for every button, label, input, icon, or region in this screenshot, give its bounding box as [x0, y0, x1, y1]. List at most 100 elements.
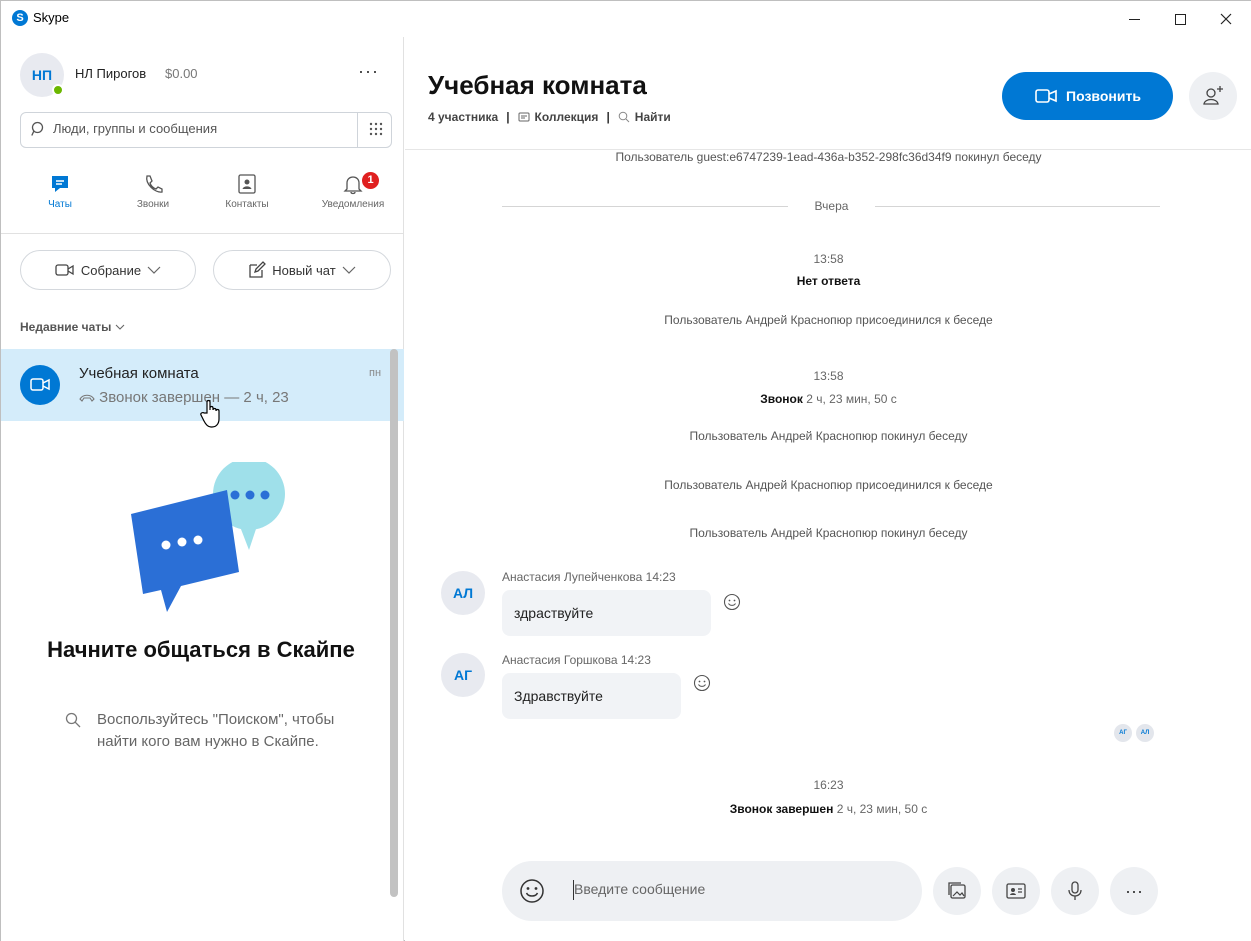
day-separator: Вчера — [814, 199, 849, 213]
message-bubble[interactable]: Здравствуйте — [502, 673, 681, 719]
system-message: Пользователь Андрей Краснопюр покинул бе… — [689, 526, 968, 540]
system-message: Пользователь Андрей Краснопюр присоедини… — [664, 478, 993, 492]
call-button[interactable]: Позвонить — [1002, 72, 1173, 120]
skype-logo-icon: S — [12, 10, 28, 26]
close-icon — [1220, 13, 1232, 25]
tab-chats[interactable]: Чаты — [15, 165, 105, 225]
meeting-button-label: Собрание — [80, 262, 142, 278]
message-author: Анастасия Лупейченкова — [502, 570, 643, 584]
title-bar: S Skype — [1, 1, 1251, 37]
tab-calls[interactable]: Звонки — [108, 165, 198, 225]
video-camera-icon — [30, 378, 50, 391]
maximize-icon — [1174, 13, 1186, 25]
contacts-icon — [238, 174, 256, 194]
presence-online-icon — [52, 84, 64, 96]
minimize-button[interactable] — [1111, 1, 1157, 37]
tab-contacts[interactable]: Контакты — [202, 165, 292, 225]
system-message: Пользователь guest:e6747239-1ead-436a-b3… — [615, 150, 1042, 164]
close-button[interactable] — [1203, 1, 1249, 37]
event-time: 16:23 — [813, 778, 844, 792]
empty-state-hint: Воспользуйтесь "Поиском", чтобы найти ко… — [97, 711, 335, 750]
gallery-link[interactable]: Коллекция — [535, 110, 599, 124]
skype-window: S Skype НП НЛ Пирогов $0.00 ··· Чаты — [0, 0, 1251, 941]
empty-state-title: Начните общаться в Скайпе — [47, 637, 355, 662]
separator: | — [506, 110, 510, 124]
profile-name[interactable]: НЛ Пирогов — [75, 66, 146, 81]
emoji-icon[interactable] — [518, 877, 546, 905]
add-person-icon — [1203, 86, 1223, 105]
chat-day: пн — [369, 367, 382, 379]
gallery-icon — [518, 112, 530, 122]
tab-calls-label: Звонки — [136, 199, 170, 210]
emoji-reaction-icon[interactable] — [693, 674, 711, 692]
video-camera-icon — [55, 264, 74, 276]
video-camera-icon — [1035, 89, 1057, 103]
call-ended-icon — [79, 394, 95, 402]
tab-notifications[interactable]: 1 Уведомления — [308, 165, 398, 225]
call-button-label: Позвонить — [1066, 88, 1141, 104]
participants-link[interactable]: 4 участника — [428, 110, 498, 124]
find-link[interactable]: Найти — [635, 110, 671, 124]
chevron-down-icon — [342, 266, 356, 274]
avatar[interactable]: АГ — [441, 653, 485, 697]
system-message: Пользователь Андрей Краснопюр присоедини… — [664, 313, 993, 327]
tab-chats-label: Чаты — [48, 199, 72, 210]
chat-list-scrollbar[interactable] — [390, 349, 398, 897]
app-title: Skype — [33, 10, 70, 25]
tab-contacts-label: Контакты — [225, 199, 269, 210]
new-chat-button-label: Новый чат — [272, 262, 336, 278]
compose-icon — [249, 261, 267, 278]
send-media-button[interactable] — [933, 867, 981, 915]
meeting-button[interactable]: Собрание — [20, 250, 196, 290]
chat-bubbles-illustration — [131, 462, 285, 612]
read-receipt-avatar: АГ — [1114, 724, 1132, 742]
call-ended-event: Звонок завершен 2 ч, 23 мин, 50 с — [405, 802, 1251, 816]
event-time: 13:58 — [813, 369, 844, 383]
more-actions-button[interactable]: ··· — [1110, 867, 1158, 915]
conversation-title[interactable]: Учебная комната — [428, 70, 647, 101]
message-bubble[interactable]: здраствуйте — [502, 590, 711, 636]
message-author: Анастасия Горшкова — [502, 653, 618, 667]
conversation-subtitle: 4 участника | Коллекция | Найти — [428, 110, 671, 124]
voice-message-button[interactable] — [1051, 867, 1099, 915]
day-separator-line — [875, 206, 1160, 207]
recent-chats-header[interactable]: Недавние чаты — [20, 320, 125, 334]
send-contact-button[interactable] — [992, 867, 1040, 915]
system-message: Пользователь Андрей Краснопюр покинул бе… — [689, 429, 968, 443]
phone-icon — [146, 175, 163, 193]
search-icon — [31, 121, 44, 136]
emoji-reaction-icon[interactable] — [723, 593, 741, 611]
search-box[interactable] — [20, 112, 392, 148]
search-icon — [618, 111, 630, 123]
chevron-down-icon — [115, 324, 125, 330]
message-input[interactable] — [574, 881, 894, 897]
maximize-button[interactable] — [1157, 1, 1203, 37]
event-time: 13:58 — [813, 252, 844, 266]
skype-credit[interactable]: $0.00 — [165, 66, 198, 81]
microphone-icon — [1068, 881, 1082, 900]
add-participant-button[interactable] — [1189, 72, 1237, 120]
chevron-down-icon — [147, 266, 161, 274]
call-ended-duration: 2 ч, 23 мин, 50 с — [836, 802, 928, 816]
hand-cursor-icon — [200, 399, 220, 428]
avatar[interactable]: АЛ — [441, 571, 485, 615]
nav-divider — [1, 233, 404, 234]
dialpad-button[interactable] — [357, 113, 393, 147]
message-meta: Анастасия Горшкова 14:23 — [502, 653, 651, 667]
message-time: 14:23 — [620, 653, 651, 667]
search-input[interactable] — [53, 121, 343, 136]
more-options-button[interactable]: ··· — [358, 61, 379, 82]
recent-chats-label: Недавние чаты — [20, 320, 112, 334]
call-event: Звонок 2 ч, 23 мин, 50 с — [405, 392, 1251, 406]
chat-preview: Звонок завершен — 2 ч, 23 — [79, 389, 289, 406]
message-time: 14:23 — [645, 570, 676, 584]
message-meta: Анастасия Лупейченкова 14:23 — [502, 570, 676, 584]
dialpad-icon — [369, 122, 382, 136]
contact-card-icon — [1006, 883, 1026, 899]
read-receipt-avatar: АЛ — [1136, 724, 1154, 742]
tab-notifications-label: Уведомления — [321, 199, 385, 210]
search-icon — [65, 712, 81, 728]
conversation-panel: Учебная комната 4 участника | Коллекция … — [405, 37, 1251, 941]
day-separator-line — [502, 206, 788, 207]
new-chat-button[interactable]: Новый чат — [213, 250, 391, 290]
